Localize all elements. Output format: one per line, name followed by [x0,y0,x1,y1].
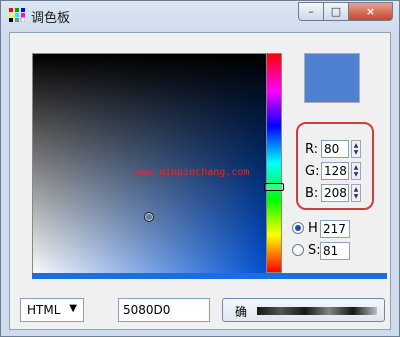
spin-up-icon: ▲ [353,186,359,193]
button-stripes [257,307,377,315]
saturation-label: S: [308,243,321,258]
dialog-client-area: R: 80 ▲ ▼ G: 128 ▲ ▼ B: 208 ▲ ▼ H 217 S: 81… [9,32,391,330]
hue-slider[interactable] [266,53,282,273]
watermark: www.qinpinchang.com [135,167,250,178]
green-label: G: [305,164,320,179]
saturation-value-field[interactable] [32,53,267,278]
format-dropdown[interactable]: HTML ▼ [20,298,84,322]
close-icon: × [365,5,376,18]
spin-down-icon: ▼ [353,171,359,178]
caption-buttons: – □ × [298,2,393,21]
hue-slider-thumb[interactable] [264,183,284,191]
ok-button[interactable]: 确 [222,298,385,322]
format-selected-text: HTML [27,303,61,317]
green-input[interactable]: 128 [321,162,349,180]
hue-radio[interactable] [292,222,304,234]
hex-value: 5080D0 [123,303,171,317]
window-title: 调色板 [31,11,71,26]
hex-input[interactable]: 5080D0 [118,298,210,322]
palette-icon [9,8,26,23]
blue-spinner[interactable]: ▲ ▼ [351,184,361,202]
color-palette-window: 调色板 – □ × R: 80 ▲ ▼ G: 128 ▲ ▼ B: 208 ▲ ▼ [0,0,400,337]
blue-label: B: [305,186,319,201]
color-picker-handle[interactable] [144,212,154,222]
minimize-icon: – [308,5,314,18]
ok-button-label: 确 [235,305,248,319]
close-button[interactable]: × [349,2,393,21]
saturation-radio[interactable] [292,244,304,256]
spin-down-icon: ▼ [353,149,359,156]
red-label: R: [305,142,319,157]
blue-input[interactable]: 208 [321,184,349,202]
spin-down-icon: ▼ [353,193,359,200]
hue-input[interactable]: 217 [320,220,350,238]
maximize-icon: □ [330,5,342,18]
spin-up-icon: ▲ [353,142,359,149]
saturation-input[interactable]: 81 [320,242,350,260]
maximize-button[interactable]: □ [324,2,349,21]
hue-label: H [308,221,318,236]
red-input[interactable]: 80 [321,140,349,158]
minimize-button[interactable]: – [298,2,324,21]
green-spinner[interactable]: ▲ ▼ [351,162,361,180]
red-spinner[interactable]: ▲ ▼ [351,140,361,158]
selected-color-swatch [304,53,360,103]
title-bar[interactable]: 调色板 – □ × [1,1,399,29]
color-preview-strip [32,273,387,279]
chevron-down-icon: ▼ [69,303,77,314]
spin-up-icon: ▲ [353,164,359,171]
